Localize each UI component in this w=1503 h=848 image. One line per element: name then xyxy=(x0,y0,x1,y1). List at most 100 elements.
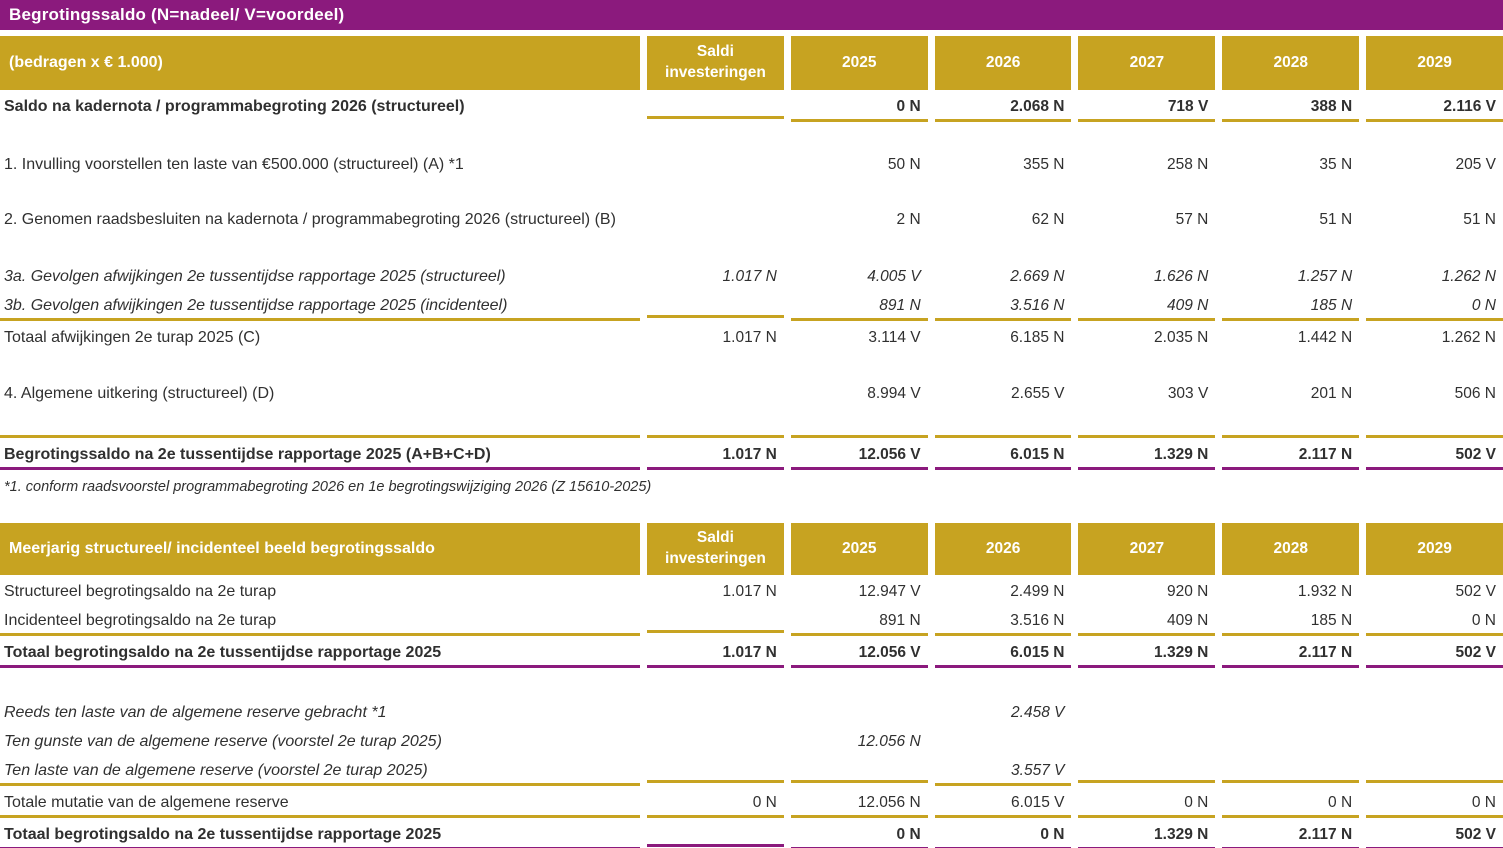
value-cell xyxy=(1078,754,1215,783)
value-cell: 891 N xyxy=(791,289,928,321)
row-label: Begrotingssaldo na 2e tussentijdse rappo… xyxy=(0,435,640,470)
value-cell: 2.117 N xyxy=(1222,636,1359,668)
row-spacer xyxy=(0,232,1503,260)
value-cell: 1.017 N xyxy=(647,260,784,289)
table-gap xyxy=(0,497,1503,523)
value-cell xyxy=(1222,754,1359,783)
table-row: 1. Invulling voorstellen ten laste van €… xyxy=(0,148,1503,177)
table-row: Totaal begrotingsaldo na 2e tussentijdse… xyxy=(0,636,1503,668)
value-cell: 0 N xyxy=(1366,786,1503,818)
row-label: 1. Invulling voorstellen ten laste van €… xyxy=(0,148,640,177)
table-row: 4. Algemene uitkering (structureel) (D) 8… xyxy=(0,377,1503,406)
value-cell: 12.947 V xyxy=(791,575,928,604)
value-cell: 920 N xyxy=(1078,575,1215,604)
table-row: Structureel begrotingsaldo na 2e turap1.… xyxy=(0,575,1503,604)
value-cell: 3.557 V xyxy=(935,754,1072,786)
table-row: Incidenteel begrotingsaldo na 2e turap 89… xyxy=(0,604,1503,636)
table1-header-row: (bedragen x € 1.000) Saldi investeringen… xyxy=(0,36,1503,90)
row-label: Ten gunste van de algemene reserve (voor… xyxy=(0,725,640,754)
value-cell: 258 N xyxy=(1078,148,1215,177)
value-cell: 2 N xyxy=(791,203,928,232)
value-cell: 1.932 N xyxy=(1222,575,1359,604)
table1-header-amounts-label: (bedragen x € 1.000) xyxy=(0,36,640,90)
row-label: 4. Algemene uitkering (structureel) (D) xyxy=(0,377,640,406)
value-cell xyxy=(791,696,928,725)
value-cell: 2.499 N xyxy=(935,575,1072,604)
budget-table: (bedragen x € 1.000) Saldi investeringen… xyxy=(0,36,1503,470)
table-row: Totale mutatie van de algemene reserve 0 … xyxy=(0,786,1503,818)
value-cell xyxy=(1366,696,1503,725)
value-cell: 2.035 N xyxy=(1078,321,1215,350)
row-label: Reeds ten laste van de algemene reserve … xyxy=(0,696,640,725)
table-row: Totaal afwijkingen 2e turap 2025 (C)1.01… xyxy=(0,321,1503,350)
column-header-2026: 2026 xyxy=(935,36,1072,90)
value-cell: 891 N xyxy=(791,604,928,636)
value-cell xyxy=(647,377,784,406)
value-cell xyxy=(647,818,784,847)
value-cell: 506 N xyxy=(1366,377,1503,406)
column-header-2027: 2027 xyxy=(1078,523,1215,575)
value-cell: 6.015 N xyxy=(935,435,1072,470)
value-cell: 50 N xyxy=(791,148,928,177)
value-cell: 388 N xyxy=(1222,90,1359,122)
table2-header-row: Meerjarig structureel/ incidenteel beeld… xyxy=(0,523,1503,575)
column-header-2027: 2027 xyxy=(1078,36,1215,90)
value-cell: 57 N xyxy=(1078,203,1215,232)
value-cell xyxy=(647,604,784,633)
row-label: Structureel begrotingsaldo na 2e turap xyxy=(0,575,640,604)
value-cell: 0 N xyxy=(935,818,1072,848)
multi-year-balance-table: Meerjarig structureel/ incidenteel beeld… xyxy=(0,523,1503,848)
value-cell: 1.017 N xyxy=(647,435,784,470)
value-cell xyxy=(1366,725,1503,754)
column-header-2029: 2029 xyxy=(1366,36,1503,90)
value-cell: 6.015 N xyxy=(935,636,1072,668)
value-cell xyxy=(1078,725,1215,754)
row-label: Saldo na kadernota / programmabegroting … xyxy=(0,90,640,119)
column-header-2025: 2025 xyxy=(791,36,928,90)
value-cell xyxy=(791,754,928,783)
value-cell xyxy=(1078,696,1215,725)
table-row: Ten gunste van de algemene reserve (voor… xyxy=(0,725,1503,754)
value-cell: 51 N xyxy=(1222,203,1359,232)
footnote: *1. conform raadsvoorstel programmabegro… xyxy=(0,470,1503,497)
row-label: Totaal begrotingsaldo na 2e tussentijdse… xyxy=(0,818,640,848)
report-title: Begrotingssaldo (N=nadeel/ V=voordeel) xyxy=(9,5,344,25)
value-cell xyxy=(647,90,784,119)
value-cell: 201 N xyxy=(1222,377,1359,406)
value-cell xyxy=(647,696,784,725)
row-label: Ten laste van de algemene reserve (voors… xyxy=(0,754,640,786)
column-header-2026: 2026 xyxy=(935,523,1072,575)
value-cell: 6.185 N xyxy=(935,321,1072,350)
column-header-2025: 2025 xyxy=(791,523,928,575)
row-label: 3a. Gevolgen afwijkingen 2e tussentijdse… xyxy=(0,260,640,289)
row-label: Totaal begrotingsaldo na 2e tussentijdse… xyxy=(0,636,640,668)
value-cell: 1.442 N xyxy=(1222,321,1359,350)
value-cell: 2.669 N xyxy=(935,260,1072,289)
value-cell: 2.117 N xyxy=(1222,818,1359,848)
value-cell: 12.056 V xyxy=(791,435,928,470)
value-cell: 35 N xyxy=(1222,148,1359,177)
column-header-2029: 2029 xyxy=(1366,523,1503,575)
row-spacer xyxy=(0,122,1503,148)
value-cell xyxy=(935,725,1072,754)
value-cell: 0 N xyxy=(791,818,928,848)
row-spacer xyxy=(0,668,1503,696)
value-cell: 409 N xyxy=(1078,289,1215,321)
value-cell: 2.458 V xyxy=(935,696,1072,725)
value-cell: 2.116 V xyxy=(1366,90,1503,122)
value-cell: 1.017 N xyxy=(647,575,784,604)
value-cell: 1.626 N xyxy=(1078,260,1215,289)
value-cell xyxy=(647,754,784,783)
value-cell xyxy=(647,725,784,754)
value-cell: 355 N xyxy=(935,148,1072,177)
budget-balance-report: Begrotingssaldo (N=nadeel/ V=voordeel) (… xyxy=(0,0,1503,848)
row-label: Totale mutatie van de algemene reserve xyxy=(0,786,640,818)
row-label: Totaal afwijkingen 2e turap 2025 (C) xyxy=(0,321,640,350)
row-label: Incidenteel begrotingsaldo na 2e turap xyxy=(0,604,640,636)
value-cell: 3.114 V xyxy=(791,321,928,350)
value-cell: 2.655 V xyxy=(935,377,1072,406)
value-cell: 2.117 N xyxy=(1222,435,1359,470)
table-row: 2. Genomen raadsbesluiten na kadernota /… xyxy=(0,203,1503,232)
value-cell: 8.994 V xyxy=(791,377,928,406)
value-cell: 51 N xyxy=(1366,203,1503,232)
